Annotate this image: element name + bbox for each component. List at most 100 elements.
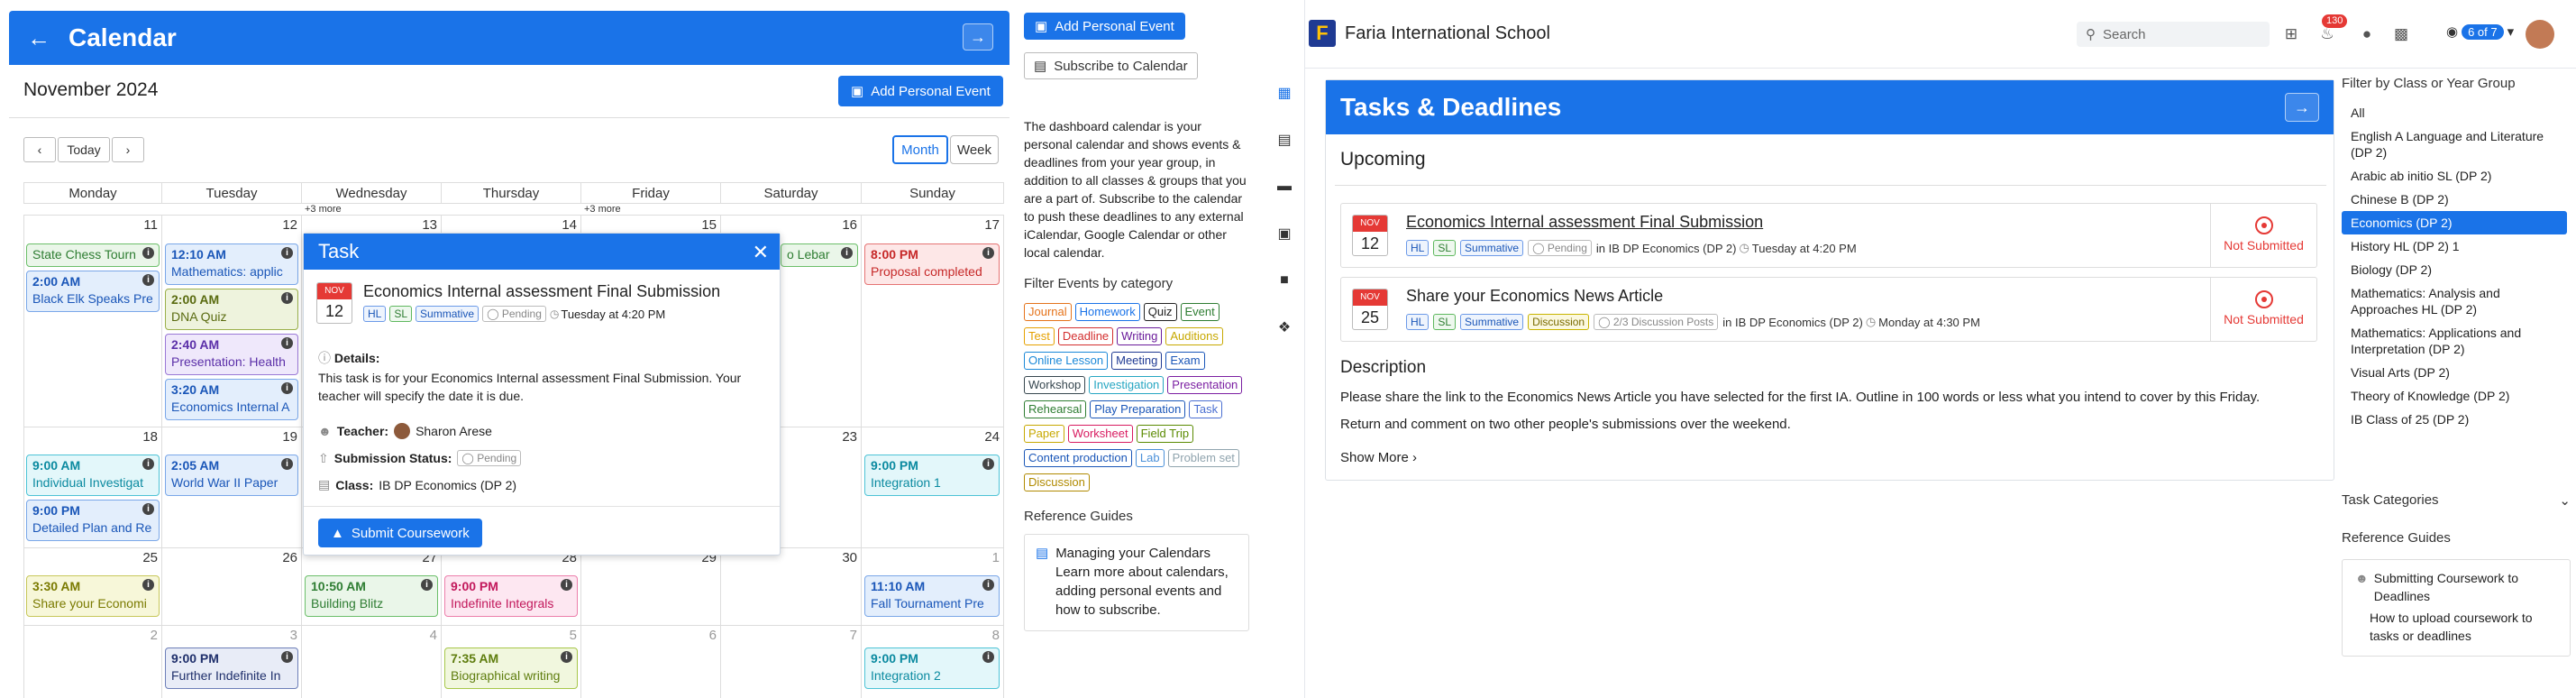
calendar-event[interactable]: 9:00 PM Integration 1i (864, 455, 1000, 496)
class-filter-item[interactable]: Theory of Knowledge (DP 2) (2342, 384, 2567, 408)
info-icon[interactable]: i (982, 247, 994, 259)
category-chip[interactable]: Meeting (1111, 352, 1163, 370)
support-icon[interactable]: ● (2356, 23, 2378, 45)
category-chip[interactable]: Auditions (1165, 327, 1223, 345)
close-icon[interactable]: ✕ (753, 241, 769, 264)
task-title-link[interactable]: Share your Economics News Article (1406, 287, 1663, 306)
calendar-event[interactable]: 9:00 AM Individual Investigat i (26, 455, 160, 496)
info-icon[interactable]: i (281, 337, 293, 349)
calendar-event[interactable]: 9:00 PM Integration 2i (864, 647, 1000, 689)
avatar[interactable] (2526, 20, 2554, 49)
class-filter-item[interactable]: Chinese B (DP 2) (2342, 188, 2567, 211)
category-chip[interactable]: Content production (1024, 449, 1132, 467)
calendar-event[interactable]: State Chess Tourn i (26, 243, 160, 267)
add-personal-event-button[interactable]: ▣ Add Personal Event (838, 76, 1003, 106)
info-icon[interactable]: i (561, 651, 572, 663)
info-icon[interactable]: i (142, 579, 154, 591)
info-icon[interactable]: i (142, 458, 154, 470)
category-chip[interactable]: Writing (1117, 327, 1163, 345)
calendar-event[interactable]: 8:00 PM Proposal completed i (864, 243, 1000, 285)
category-chip[interactable]: Task (1189, 400, 1223, 418)
account-switcher[interactable]: ◉ 6 of 7 ▾ (2446, 23, 2514, 40)
day-cell[interactable]: 29 (581, 548, 721, 626)
class-filter-item[interactable]: Mathematics: Analysis and Approaches HL … (2342, 281, 2567, 321)
info-icon[interactable]: i (421, 579, 433, 591)
calendar-event[interactable]: 12:10 AM Mathematics: applic i (165, 243, 298, 285)
class-filter-item[interactable]: English A Language and Literature (DP 2) (2342, 124, 2567, 164)
info-icon[interactable]: i (561, 579, 572, 591)
category-chip[interactable]: Journal (1024, 303, 1072, 321)
calendar-event[interactable]: 3:20 AM Economics Internal Ai (165, 379, 298, 420)
portfolio-icon[interactable]: ▬ (1274, 177, 1294, 197)
today-button[interactable]: Today (58, 137, 110, 162)
next-month-button[interactable]: › (112, 137, 144, 162)
submit-coursework-button[interactable]: ▲ Submit Coursework (318, 519, 482, 547)
dashboard-icon[interactable]: ▦ (1274, 83, 1294, 103)
calendar-event[interactable]: 10:50 AM Building Blitz i (305, 575, 438, 617)
category-chip[interactable]: Homework (1074, 303, 1140, 321)
info-icon[interactable]: i (281, 247, 293, 259)
category-chip[interactable]: Lab (1135, 449, 1165, 467)
prev-month-button[interactable]: ‹ (23, 137, 56, 162)
category-chip[interactable]: Problem set (1167, 449, 1239, 467)
more-events-link[interactable]: +3 more (305, 204, 342, 215)
class-filter-item[interactable]: Economics (DP 2) (2342, 211, 2567, 234)
add-icon[interactable]: ⊞ (2280, 23, 2302, 45)
category-chip[interactable]: Online Lesson (1024, 352, 1109, 370)
info-icon[interactable]: i (281, 651, 293, 663)
calendar-event[interactable]: 2:40 AM Presentation: Health i (165, 334, 298, 375)
reference-guide-card[interactable]: ☻ Submitting Coursework to Deadlines How … (2342, 559, 2571, 657)
open-arrow-icon[interactable]: → (2285, 93, 2319, 122)
calendar-event[interactable]: 3:30 AM Share your Economi i (26, 575, 160, 617)
class-filter-item[interactable]: Biology (DP 2) (2342, 258, 2567, 281)
category-chip[interactable]: Quiz (1143, 303, 1177, 321)
task-row[interactable]: NOV 25 Share your Economics News Article … (1340, 277, 2317, 342)
info-icon[interactable]: i (841, 247, 853, 259)
info-icon[interactable]: i (281, 382, 293, 394)
category-chip[interactable]: Play Preparation (1090, 400, 1186, 418)
day-cell[interactable]: 6 (581, 626, 721, 698)
day-cell[interactable]: 7 (721, 626, 862, 698)
category-chip[interactable]: Presentation (1167, 376, 1243, 394)
category-chip[interactable]: Field Trip (1136, 425, 1194, 443)
search-input[interactable]: ⚲ Search (2077, 22, 2270, 47)
calendar-event[interactable]: o Lebar i (781, 243, 858, 267)
category-chip[interactable]: Paper (1024, 425, 1064, 443)
category-chip[interactable]: Worksheet (1067, 425, 1133, 443)
calendar-event[interactable]: 7:35 AM Biographical writing i (444, 647, 578, 689)
day-cell[interactable]: 2 (23, 626, 162, 698)
category-chip[interactable]: Workshop (1024, 376, 1086, 394)
school-logo[interactable]: F (1309, 20, 1336, 47)
calendar-event[interactable]: 2:00 AM DNA Quiz i (165, 289, 298, 330)
more-events-link[interactable]: +3 more (584, 204, 621, 215)
info-icon[interactable]: i (281, 458, 293, 470)
month-view-toggle[interactable]: Month (892, 135, 948, 164)
category-chip[interactable]: Exam (1165, 352, 1205, 370)
add-personal-event-button[interactable]: ▣ Add Personal Event (1024, 13, 1185, 40)
class-filter-item[interactable]: Visual Arts (DP 2) (2342, 361, 2567, 384)
class-filter-item[interactable]: History HL (DP 2) 1 (2342, 234, 2567, 258)
day-cell[interactable]: 4 (302, 626, 442, 698)
info-icon[interactable]: i (142, 503, 154, 515)
subscribe-calendar-button[interactable]: ▤ Subscribe to Calendar (1024, 52, 1198, 79)
info-icon[interactable]: i (142, 247, 154, 259)
calendar-event[interactable]: 9:00 PM Indefinite Integrals i (444, 575, 578, 617)
day-cell[interactable]: 26 (162, 548, 302, 626)
class-filter-item[interactable]: Mathematics: Applications and Interpreta… (2342, 321, 2567, 361)
info-icon[interactable]: i (982, 458, 994, 470)
reference-guide-card[interactable]: ▤ Managing your Calendars Learn more abou… (1024, 534, 1249, 631)
category-chip[interactable]: Investigation (1089, 376, 1165, 394)
show-more-link[interactable]: Show More › (1340, 450, 1417, 465)
task-row[interactable]: NOV 12 Economics Internal assessment Fina… (1340, 203, 2317, 268)
week-view-toggle[interactable]: Week (950, 135, 999, 164)
calendar-event[interactable]: 2:05 AM World War II Paper i (165, 455, 298, 496)
category-chip[interactable]: Discussion (1024, 473, 1090, 491)
compass-icon[interactable]: ❖ (1274, 317, 1294, 337)
day-cell[interactable]: 30 (721, 548, 862, 626)
calendar-event[interactable]: 9:00 PM Detailed Plan and Re i (26, 500, 160, 541)
task-categories-toggle[interactable]: Task Categories ⌄ (2342, 492, 2571, 509)
info-icon[interactable]: i (982, 651, 994, 663)
apps-grid-icon[interactable]: ▩ (2390, 23, 2412, 45)
info-icon[interactable]: i (281, 292, 293, 304)
calendar-event[interactable]: 11:10 AM Fall Tournament Pre i (864, 575, 1000, 617)
